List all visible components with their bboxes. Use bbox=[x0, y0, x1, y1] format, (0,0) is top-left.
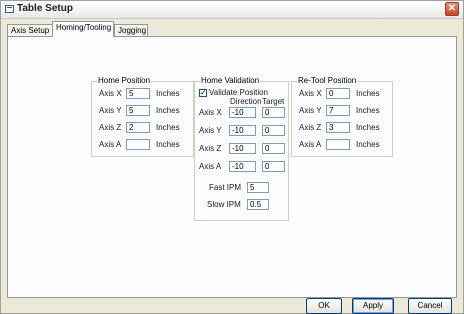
fast-ipm-label: Fast IPM bbox=[209, 183, 242, 192]
app-icon bbox=[5, 5, 14, 13]
validation-axis-x-target-input[interactable]: 0 bbox=[262, 107, 285, 118]
home-validation-title: Home Validation bbox=[200, 76, 261, 85]
title-bar[interactable]: Table Setup ✕ bbox=[1, 1, 463, 19]
retool-axis-y-label: Axis Y bbox=[299, 106, 322, 115]
home-position-title: Home Position bbox=[97, 76, 152, 85]
home-axis-x-input[interactable]: 5 bbox=[126, 88, 150, 99]
tab-panel: Home Position Axis X 5 Inches Axis Y 5 I… bbox=[7, 36, 457, 314]
table-setup-window: Table Setup ✕ Axis Setup Homing/Tooling … bbox=[0, 0, 464, 314]
validation-axis-y-target-input[interactable]: 0 bbox=[262, 125, 285, 136]
validation-axis-z-target-input[interactable]: 0 bbox=[262, 143, 285, 154]
home-position-group: Home Position Axis X 5 Inches Axis Y 5 I… bbox=[91, 76, 194, 157]
home-axis-z-input[interactable]: 2 bbox=[126, 122, 150, 133]
home-axis-y-label: Axis Y bbox=[99, 106, 122, 115]
retool-axis-y-input[interactable]: 7 bbox=[326, 105, 350, 116]
retool-position-group: Re-Tool Position Axis X 0 Inches Axis Y … bbox=[291, 76, 393, 157]
target-column-header: Target bbox=[262, 97, 285, 106]
cancel-button[interactable]: Cancel bbox=[408, 298, 452, 314]
validate-position-label: Validate Position bbox=[209, 88, 268, 97]
retool-axis-a-input[interactable] bbox=[326, 139, 350, 150]
apply-button[interactable]: Apply bbox=[352, 298, 394, 314]
validation-axis-a-label: Axis A bbox=[199, 162, 222, 171]
retool-axis-z-input[interactable]: 3 bbox=[326, 122, 350, 133]
home-axis-z-label: Axis Z bbox=[99, 123, 122, 132]
home-axis-a-unit: Inches bbox=[156, 140, 180, 149]
validation-axis-y-label: Axis Y bbox=[199, 126, 222, 135]
home-axis-y-unit: Inches bbox=[156, 106, 180, 115]
validation-axis-a-target-input[interactable]: 0 bbox=[262, 161, 285, 172]
validation-axis-x-label: Axis X bbox=[199, 108, 222, 117]
home-validation-group: Home Validation ✓ Validate Position Dire… bbox=[194, 76, 289, 221]
retool-axis-y-unit: Inches bbox=[356, 106, 380, 115]
retool-axis-a-unit: Inches bbox=[356, 140, 380, 149]
retool-axis-x-input[interactable]: 0 bbox=[326, 88, 350, 99]
fast-ipm-input[interactable]: 5 bbox=[247, 182, 269, 193]
validate-position-checkbox[interactable]: ✓ bbox=[199, 89, 207, 97]
validation-axis-x-direction-input[interactable]: -10 bbox=[229, 107, 256, 118]
slow-ipm-input[interactable]: 0.5 bbox=[247, 199, 269, 210]
validation-axis-y-direction-input[interactable]: -10 bbox=[229, 125, 256, 136]
home-axis-a-input[interactable] bbox=[126, 139, 150, 150]
retool-axis-z-unit: Inches bbox=[356, 123, 380, 132]
retool-axis-z-label: Axis Z bbox=[299, 123, 322, 132]
tab-jogging[interactable]: Jogging bbox=[114, 24, 148, 36]
retool-axis-a-label: Axis A bbox=[299, 140, 322, 149]
home-axis-z-unit: Inches bbox=[156, 123, 180, 132]
close-button[interactable]: ✕ bbox=[445, 2, 459, 16]
home-axis-x-label: Axis X bbox=[99, 89, 122, 98]
tab-homing-tooling[interactable]: Homing/Tooling bbox=[52, 21, 114, 37]
window-title: Table Setup bbox=[17, 3, 73, 14]
home-axis-x-unit: Inches bbox=[156, 89, 180, 98]
retool-axis-x-label: Axis X bbox=[299, 89, 322, 98]
ok-button[interactable]: OK bbox=[306, 298, 342, 314]
retool-position-title: Re-Tool Position bbox=[297, 76, 358, 85]
slow-ipm-label: Slow IPM bbox=[207, 200, 241, 209]
retool-axis-x-unit: Inches bbox=[356, 89, 380, 98]
validation-axis-a-direction-input[interactable]: -10 bbox=[229, 161, 256, 172]
tab-axis-setup[interactable]: Axis Setup bbox=[7, 24, 53, 36]
validation-axis-z-label: Axis Z bbox=[199, 144, 222, 153]
home-axis-y-input[interactable]: 5 bbox=[126, 105, 150, 116]
direction-column-header: Direction bbox=[230, 97, 262, 106]
validation-axis-z-direction-input[interactable]: -10 bbox=[229, 143, 256, 154]
home-axis-a-label: Axis A bbox=[99, 140, 122, 149]
